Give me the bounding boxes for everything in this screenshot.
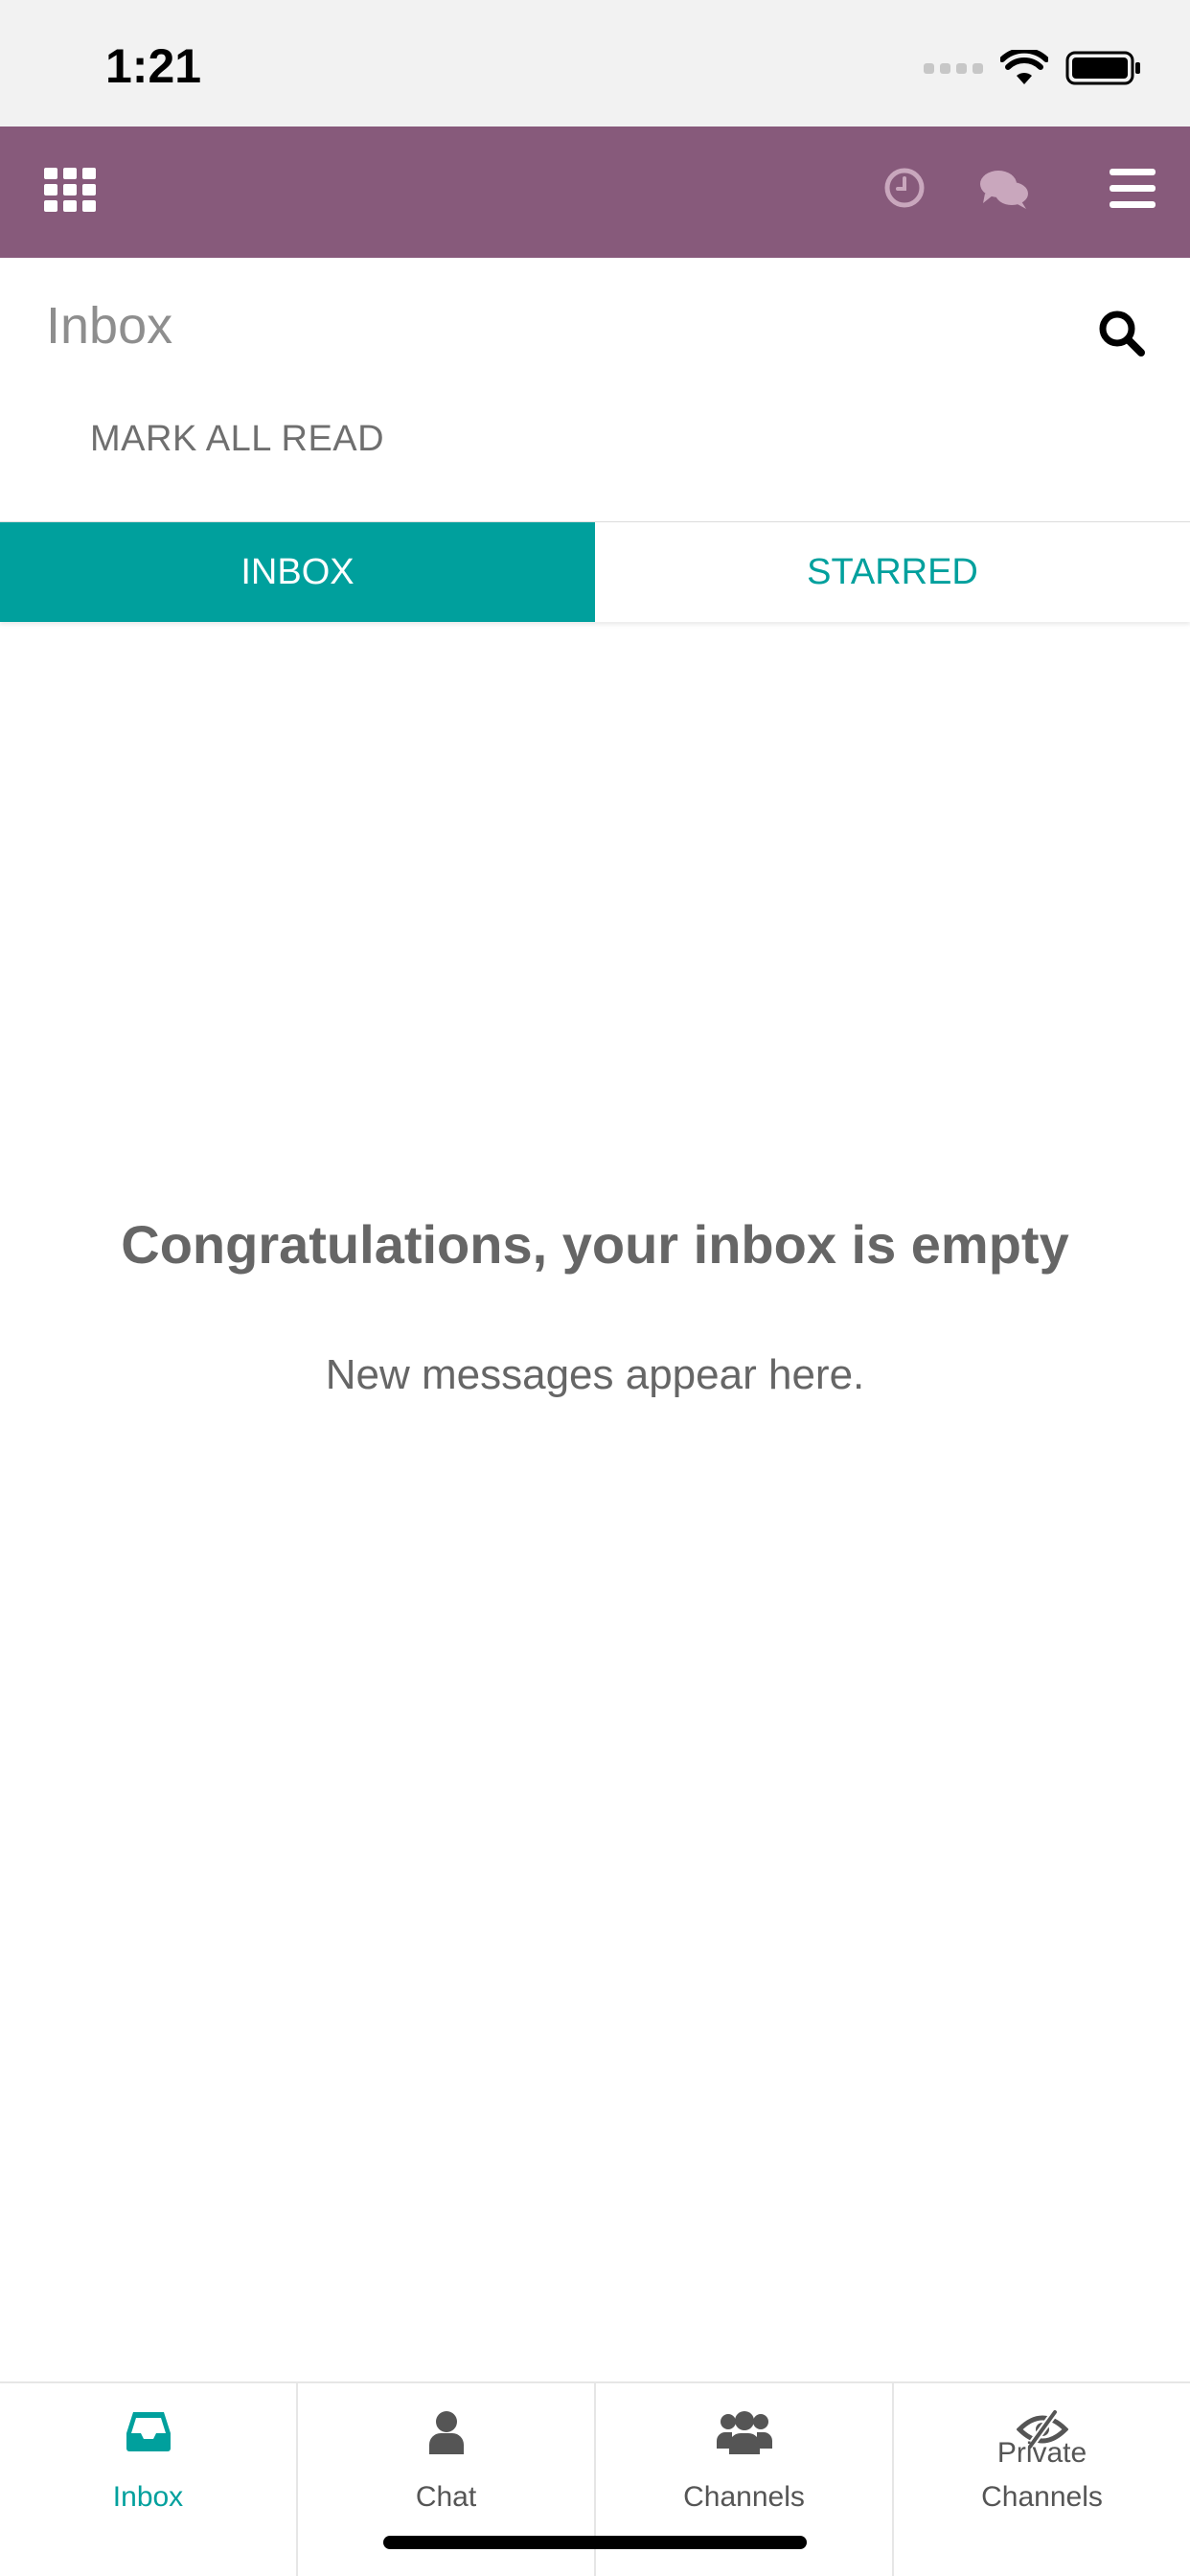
status-bar: 1:21 xyxy=(0,0,1190,126)
bottom-nav-label: Chat xyxy=(415,2481,477,2513)
control-panel: Inbox MARK ALL READ xyxy=(0,258,1190,523)
screen: 1:21 Inbox MARK ALL READ INBOX STARRED C… xyxy=(0,0,1190,2576)
empty-state-title: Congratulations, your inbox is empty xyxy=(121,1214,1069,1275)
bottom-nav-label-line-1: Private xyxy=(996,2437,1087,2469)
status-time: 1:21 xyxy=(105,39,202,93)
bottom-nav-label: Private Channels xyxy=(894,2431,1190,2519)
bottom-nav-label: Inbox xyxy=(112,2481,184,2513)
menu-icon[interactable] xyxy=(1110,169,1156,209)
clock-icon[interactable] xyxy=(883,167,926,209)
bottom-nav-inbox[interactable]: Inbox xyxy=(0,2383,298,2576)
wifi-icon xyxy=(1000,50,1048,84)
bottom-nav-private-channels[interactable]: Private Channels xyxy=(894,2383,1190,2576)
cellular-signal-icon xyxy=(924,62,983,74)
app-top-bar xyxy=(0,126,1190,258)
chat-icon[interactable] xyxy=(979,169,1029,211)
inbox-icon xyxy=(126,2412,171,2451)
battery-icon xyxy=(1065,51,1140,85)
user-icon xyxy=(428,2411,464,2454)
page-title: Inbox xyxy=(46,297,173,355)
search-icon[interactable] xyxy=(1098,310,1146,357)
mark-all-read-button[interactable]: MARK ALL READ xyxy=(90,419,384,460)
users-icon xyxy=(716,2411,772,2454)
bottom-nav-label-line-2: Channels xyxy=(981,2481,1103,2513)
apps-icon[interactable] xyxy=(44,168,98,212)
status-indicators xyxy=(924,50,1142,86)
tab-starred[interactable]: STARRED xyxy=(595,522,1190,622)
empty-state-subtitle: New messages appear here. xyxy=(325,1351,865,1398)
mailbox-tabs: INBOX STARRED xyxy=(0,522,1190,622)
bottom-nav-label: Channels xyxy=(683,2481,805,2513)
tab-inbox[interactable]: INBOX xyxy=(0,522,595,622)
home-indicator[interactable] xyxy=(383,2536,807,2549)
